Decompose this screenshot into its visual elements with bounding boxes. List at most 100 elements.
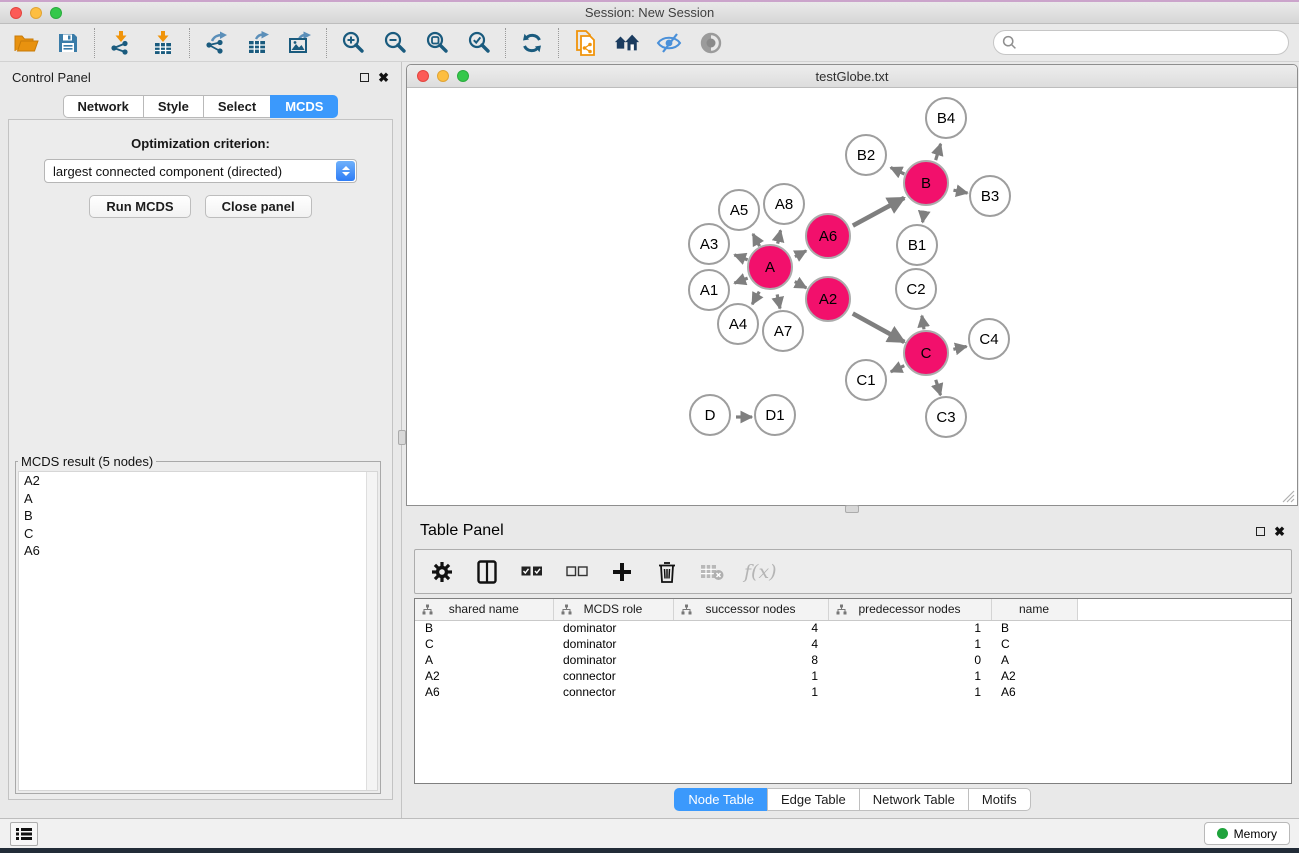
result-list-item[interactable]: C (19, 525, 377, 543)
clone-network-icon[interactable] (572, 30, 598, 56)
node-table[interactable]: shared name MCDS role successor nodes pr… (414, 598, 1292, 784)
create-column-icon[interactable] (609, 559, 635, 585)
table-settings-gear-icon[interactable] (429, 559, 455, 585)
graph-node-a4[interactable]: A4 (717, 303, 759, 345)
tab-network[interactable]: Network (63, 95, 143, 118)
export-network-icon[interactable] (203, 30, 229, 56)
graph-node-a6[interactable]: A6 (805, 213, 851, 259)
table-cell[interactable]: 4 (673, 620, 828, 636)
table-cell[interactable]: B (415, 620, 553, 636)
col-name[interactable]: name (991, 599, 1077, 620)
table-row[interactable]: Bdominator41B (415, 620, 1291, 636)
network-canvas[interactable]: B4B2BB3A8A5A6A3B1AA1C2A2A4A7C4CC1DD1C3 (407, 88, 1297, 505)
graph-edge[interactable] (734, 255, 747, 260)
graph-edge[interactable] (777, 294, 780, 308)
tab-style[interactable]: Style (143, 95, 203, 118)
graph-node-c2[interactable]: C2 (895, 268, 937, 310)
home-networks-icon[interactable] (614, 30, 640, 56)
graph-node-b1[interactable]: B1 (896, 224, 938, 266)
run-mcds-button[interactable]: Run MCDS (89, 195, 190, 218)
hide-details-icon[interactable] (656, 30, 682, 56)
table-cell[interactable]: A (415, 652, 553, 668)
graph-edge[interactable] (795, 282, 807, 288)
table-row[interactable]: A6connector11A6 (415, 684, 1291, 700)
graph-node-a8[interactable]: A8 (763, 183, 805, 225)
col-predecessor-nodes[interactable]: predecessor nodes (828, 599, 991, 620)
close-table-panel-icon[interactable]: ✖ (1274, 525, 1285, 538)
zoom-in-icon[interactable] (340, 30, 366, 56)
tab-edge-table[interactable]: Edge Table (767, 788, 859, 811)
graph-edge[interactable] (953, 346, 966, 349)
export-image-icon[interactable] (287, 30, 313, 56)
tab-motifs[interactable]: Motifs (968, 788, 1031, 811)
table-cell[interactable]: A6 (415, 684, 553, 700)
show-column-icon[interactable] (474, 559, 500, 585)
tab-mcds[interactable]: MCDS (270, 95, 338, 118)
save-session-icon[interactable] (55, 30, 81, 56)
tab-network-table[interactable]: Network Table (859, 788, 968, 811)
table-row[interactable]: Cdominator41C (415, 636, 1291, 652)
graph-edge[interactable] (795, 251, 806, 257)
graph-node-a[interactable]: A (747, 244, 793, 290)
table-cell[interactable]: dominator (553, 636, 673, 652)
refresh-icon[interactable] (519, 30, 545, 56)
graph-node-d1[interactable]: D1 (754, 394, 796, 436)
network-window-titlebar[interactable]: testGlobe.txt (407, 65, 1297, 88)
graph-node-a3[interactable]: A3 (688, 223, 730, 265)
graph-node-c1[interactable]: C1 (845, 359, 887, 401)
graph-edge[interactable] (752, 292, 759, 305)
col-successor-nodes[interactable]: successor nodes (673, 599, 828, 620)
result-list-item[interactable]: B (19, 507, 377, 525)
table-cell[interactable]: 4 (673, 636, 828, 652)
graph-edge[interactable] (891, 366, 904, 372)
graph-edge[interactable] (778, 230, 781, 243)
col-shared-name[interactable]: shared name (415, 599, 553, 620)
graph-edge[interactable] (853, 314, 905, 342)
graph-edge[interactable] (753, 234, 760, 246)
table-cell[interactable]: connector (553, 684, 673, 700)
graph-node-a5[interactable]: A5 (718, 189, 760, 231)
result-list-item[interactable]: A6 (19, 542, 377, 560)
table-cell[interactable]: A6 (991, 684, 1077, 700)
criterion-select[interactable]: largest connected component (directed) (44, 159, 357, 183)
graph-node-b2[interactable]: B2 (845, 134, 887, 176)
table-cell[interactable]: B (991, 620, 1077, 636)
graph-edge[interactable] (734, 278, 747, 283)
resize-grip-icon[interactable] (1282, 490, 1295, 503)
graph-node-b3[interactable]: B3 (969, 175, 1011, 217)
graph-node-a7[interactable]: A7 (762, 310, 804, 352)
task-history-button[interactable] (10, 822, 38, 846)
table-cell[interactable]: 8 (673, 652, 828, 668)
graph-node-b4[interactable]: B4 (925, 97, 967, 139)
table-cell[interactable]: connector (553, 668, 673, 684)
table-cell[interactable]: 1 (828, 620, 991, 636)
import-network-icon[interactable] (108, 30, 134, 56)
graph-node-a2[interactable]: A2 (805, 276, 851, 322)
zoom-selected-icon[interactable] (466, 30, 492, 56)
search-input[interactable] (993, 30, 1289, 55)
export-table-icon[interactable] (245, 30, 271, 56)
graph-node-a1[interactable]: A1 (688, 269, 730, 311)
tab-select[interactable]: Select (203, 95, 270, 118)
memory-button[interactable]: Memory (1204, 822, 1290, 845)
table-row[interactable]: Adominator80A (415, 652, 1291, 668)
graph-node-c4[interactable]: C4 (968, 318, 1010, 360)
float-table-panel-icon[interactable] (1256, 527, 1265, 536)
graph-edge[interactable] (922, 316, 924, 330)
open-session-icon[interactable] (13, 30, 39, 56)
deselect-all-icon[interactable] (564, 559, 590, 585)
table-cell[interactable]: A (991, 652, 1077, 668)
import-table-icon[interactable] (150, 30, 176, 56)
vertical-splitter-grip[interactable] (398, 430, 406, 445)
select-all-icon[interactable] (519, 559, 545, 585)
float-panel-icon[interactable] (360, 73, 369, 82)
mcds-result-list[interactable]: A2ABCA6 (18, 471, 378, 791)
graph-edge[interactable] (923, 211, 925, 223)
graph-edge[interactable] (853, 198, 904, 226)
table-cell[interactable]: C (991, 636, 1077, 652)
table-cell[interactable]: C (415, 636, 553, 652)
graph-edge[interactable] (936, 144, 941, 160)
col-mcds-role[interactable]: MCDS role (553, 599, 673, 620)
zoom-out-icon[interactable] (382, 30, 408, 56)
delete-column-icon[interactable] (654, 559, 680, 585)
